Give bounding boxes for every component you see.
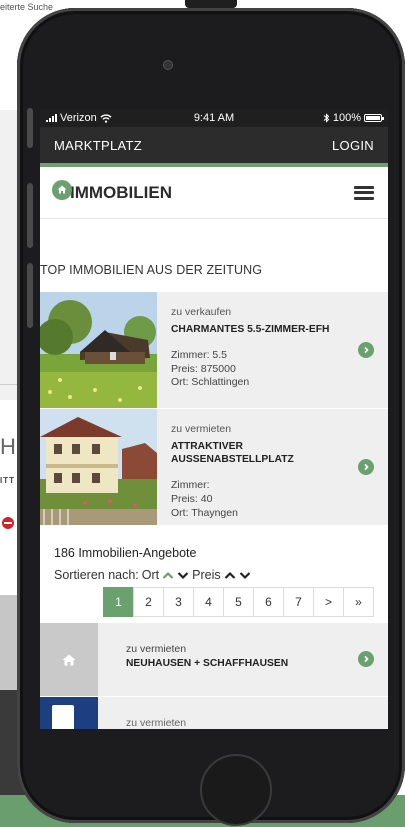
chevron-right-icon[interactable] (358, 651, 374, 667)
page-5-button[interactable]: 5 (223, 587, 254, 617)
page-2-button[interactable]: 2 (133, 587, 164, 617)
sort-preis-desc-icon[interactable] (239, 571, 251, 580)
section-title: TOP IMMOBILIEN AUS DER ZEITUNG (40, 263, 263, 277)
listing-card[interactable]: zu verkaufen CHARMANTES 5.5-ZIMMER-EFH Z… (40, 292, 388, 409)
phone-screen: Verizon 9:41 AM 100% MARKTPLATZ LOGIN IM… (40, 109, 388, 729)
chevron-right-icon[interactable] (358, 459, 374, 475)
menu-icon[interactable] (354, 185, 374, 200)
listing-title-line: ATTRAKTIVER (171, 440, 243, 452)
listing-price: Preis: 40 (171, 493, 213, 506)
result-kind: zu vermieten (126, 717, 187, 729)
sort-preis-asc-icon[interactable] (224, 571, 236, 580)
listing-photo (40, 409, 157, 525)
listing-title[interactable]: ATTRAKTIVER AUSSENABSTELLPLATZ (171, 440, 294, 467)
home-button[interactable] (200, 754, 272, 826)
listing-rooms: Zimmer: (171, 479, 210, 492)
front-camera (163, 60, 173, 70)
parking-icon (40, 697, 98, 729)
sort-ort-label: Ort (141, 568, 160, 582)
result-kind: zu vermieten (126, 643, 187, 655)
brand-name: IMMOBILIEN (70, 182, 172, 202)
page-6-button[interactable]: 6 (253, 587, 284, 617)
chevron-right-icon[interactable] (358, 342, 374, 358)
background-search-link[interactable]: eiterte Suche (0, 2, 53, 12)
next-page-button[interactable]: > (313, 587, 344, 617)
result-row[interactable]: zu vermieten NEUHAUSEN + SCHAFFHAUSEN (40, 623, 388, 697)
nav-marktplatz[interactable]: MARKTPLATZ (54, 138, 142, 153)
clock: 9:41 AM (193, 112, 235, 124)
listing-photo (40, 292, 157, 408)
house-icon (52, 179, 72, 200)
sort-ort-asc-icon[interactable] (162, 571, 174, 580)
page-3-button[interactable]: 3 (163, 587, 194, 617)
sort-preis-label: Preis (192, 568, 221, 582)
listing-place: Ort: Thayngen (171, 506, 238, 519)
page-7-button[interactable]: 7 (283, 587, 314, 617)
power-button (185, 0, 237, 8)
results-summary: 186 Immobilien-Angebote Sortieren nach: … (40, 526, 388, 582)
background-logo-letter: H (0, 434, 16, 459)
volume-up-button (27, 183, 33, 248)
listing-title[interactable]: CHARMANTES 5.5-ZIMMER-EFH (171, 323, 329, 336)
listing-place: Ort: Schlattingen (171, 376, 250, 389)
last-page-button[interactable]: » (343, 587, 374, 617)
status-bar: Verizon 9:41 AM 100% (40, 109, 388, 127)
listing-rooms: Zimmer: 5.5 (171, 349, 228, 362)
listing-kind: zu verkaufen (171, 306, 232, 318)
battery-icon (364, 114, 384, 122)
listing-price: Preis: 875000 (171, 362, 236, 375)
sort-label: Sortieren nach: (54, 568, 139, 582)
pagination: 1 2 3 4 5 6 7 > » (40, 587, 388, 617)
background-logo-small: ITT (0, 476, 15, 485)
sort-ort-desc-icon[interactable] (177, 571, 189, 580)
brand-logo[interactable]: IMMOBILIEN (52, 179, 172, 203)
volume-down-button (27, 263, 33, 328)
page-1-button[interactable]: 1 (103, 587, 134, 617)
top-nav: MARKTPLATZ LOGIN (40, 127, 388, 167)
nav-login[interactable]: LOGIN (332, 138, 374, 153)
page-4-button[interactable]: 4 (193, 587, 224, 617)
listing-card[interactable]: zu vermieten ATTRAKTIVER AUSSENABSTELLPL… (40, 409, 388, 526)
results-count: 186 Immobilien-Angebote (54, 546, 197, 560)
sort-controls: Sortieren nach: Ort Preis (54, 568, 374, 582)
no-entry-icon (2, 517, 14, 529)
result-row[interactable]: zu vermieten (40, 697, 388, 729)
listing-kind: zu vermieten (171, 423, 232, 435)
mute-switch (27, 108, 33, 148)
house-placeholder-icon (40, 623, 98, 696)
header-bar: IMMOBILIEN (40, 167, 388, 219)
result-title[interactable]: NEUHAUSEN + SCHAFFHAUSEN (126, 658, 288, 669)
listing-title-line: AUSSENABSTELLPLATZ (171, 454, 294, 466)
